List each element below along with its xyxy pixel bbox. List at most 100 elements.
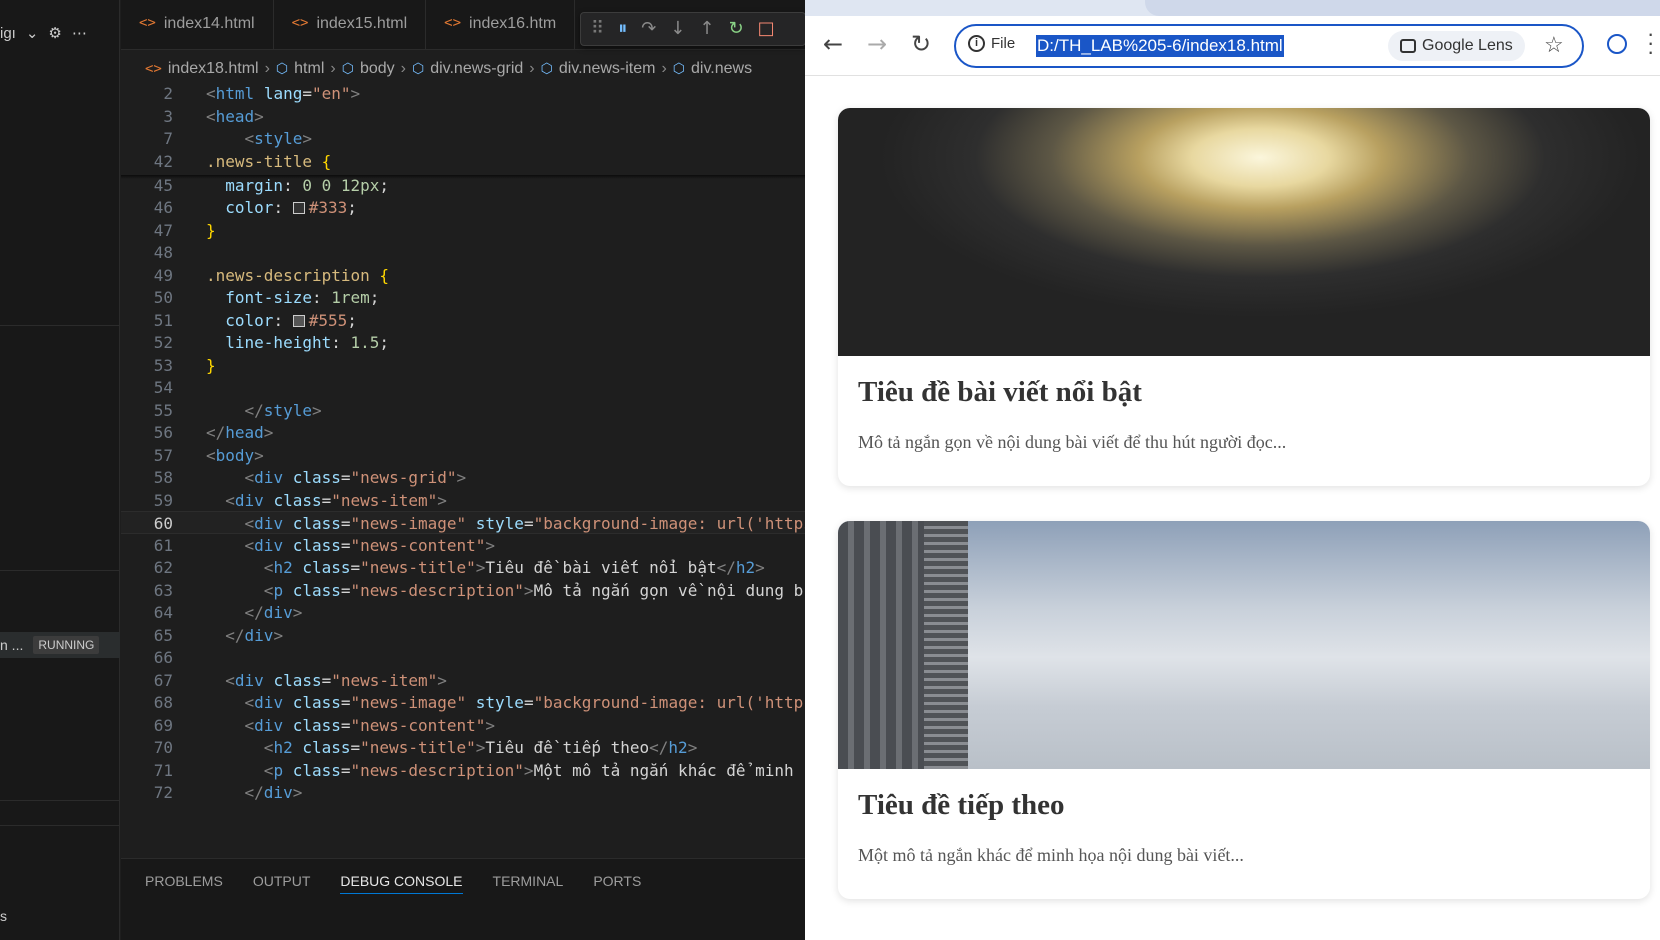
editor-tab[interactable]: <> index16.htm (426, 0, 576, 50)
line-number: 3 (163, 106, 173, 126)
breadcrumb-item[interactable]: body (360, 60, 395, 78)
line-number: 67 (153, 670, 173, 690)
browser-window: ← → ↻ i File D:/TH_LAB%205-6/index18.htm… (805, 0, 1660, 940)
browser-tab[interactable] (1145, 0, 1660, 16)
line-number: 61 (153, 535, 173, 555)
code-line: 64 </div> (121, 601, 805, 624)
url-text[interactable]: D:/TH_LAB%205-6/index18.html (1036, 35, 1284, 57)
code-text: <div class="news-content"> (244, 535, 496, 555)
more-actions-icon[interactable]: ⋯ (72, 24, 87, 42)
line-number: 46 (153, 198, 173, 217)
panel-tab[interactable]: DEBUG CONSOLE (340, 873, 463, 894)
debug-toolbar: ⠿ ⏸ ↷ ↓ ↑ ↻ □ (580, 12, 806, 46)
html-file-icon: <> (291, 15, 309, 31)
code-line: 57 <body> (121, 444, 805, 467)
browser-menu-icon[interactable]: · · · (1647, 22, 1657, 62)
sidebar-header: igı ⌄ ⚙ ⋯ (0, 0, 119, 66)
code-line: 71 <p class="news-description">Một mô tả… (121, 759, 805, 782)
code-line: 59 <div class="news-item"> (121, 489, 805, 512)
code-text: <div class="news-item"> (225, 490, 447, 510)
step-out-icon[interactable]: ↑ (699, 20, 714, 38)
code-text: line-height: 1.5; (225, 333, 390, 352)
stop-icon[interactable]: □ (758, 20, 775, 38)
news-description: Mô tả ngắn gọn về nội dung bài viết để t… (858, 432, 1287, 452)
step-over-icon[interactable]: ↷ (641, 20, 656, 38)
run-session-item[interactable]: n ... RUNNING (0, 632, 120, 658)
sidebar-divider (0, 825, 120, 826)
sidebar-divider (0, 800, 120, 801)
code-text: </div> (244, 783, 303, 802)
line-number: 47 (153, 220, 173, 240)
code-line: 50 font-size: 1rem; (121, 286, 805, 309)
panel-tab[interactable]: TERMINAL (493, 873, 564, 894)
breadcrumb-separator-icon: › (400, 60, 406, 77)
news-title: Tiêu đề tiếp theo (858, 789, 1065, 821)
code-line: 7 <style> (121, 127, 805, 150)
sidebar-title: igı (0, 24, 16, 42)
line-number: 49 (153, 265, 173, 285)
gear-icon[interactable]: ⚙ (48, 24, 61, 42)
line-number: 70 (153, 738, 173, 757)
line-number: 71 (153, 760, 173, 780)
pause-icon[interactable]: ⏸ (618, 20, 627, 38)
breadcrumb-item[interactable]: div.news-item (559, 60, 656, 78)
code-editor[interactable]: 2 <html lang="en"> 3 <head> 7 <style> 42 .news… (121, 82, 805, 858)
panel-tab[interactable]: PROBLEMS (145, 873, 223, 894)
line-number: 7 (163, 129, 173, 148)
line-number: 65 (153, 625, 173, 645)
reload-icon[interactable]: ↻ (911, 32, 931, 56)
code-text: <div class="news-content"> (244, 715, 496, 735)
line-number: 59 (153, 490, 173, 510)
line-number: 63 (153, 580, 173, 600)
news-description: Một mô tả ngắn khác để minh họa nội dung… (858, 845, 1244, 865)
html-file-icon: <> (444, 15, 462, 31)
line-number: 42 (153, 151, 173, 171)
panel-tab[interactable]: PORTS (593, 873, 641, 894)
code-line: 72 </div> (121, 781, 805, 804)
code-text: </div> (225, 625, 284, 645)
code-line: 69 <div class="news-content"> (121, 714, 805, 737)
editor-tab-label: index14.html (163, 15, 255, 32)
back-icon[interactable]: ← (823, 32, 843, 56)
news-content: Tiêu đề tiếp theo Một mô tả ngắn khác để … (838, 769, 1650, 899)
chevron-down-icon[interactable]: ⌄ (26, 24, 39, 42)
news-item[interactable]: Tiêu đề tiếp theo Một mô tả ngắn khác để … (838, 521, 1650, 899)
panel-tab[interactable]: OUTPUT (253, 873, 311, 894)
google-lens-button[interactable]: Google Lens (1388, 31, 1525, 61)
code-text: color: #333; (225, 198, 357, 217)
code-text: <body> (206, 445, 264, 465)
editor-tab[interactable]: <> index15.html (274, 0, 427, 50)
element-icon: ⬡ (275, 61, 289, 77)
restart-icon[interactable]: ↻ (728, 20, 743, 38)
breadcrumb-item[interactable]: div.news-grid (430, 60, 523, 78)
breadcrumb-item[interactable]: div.news (691, 60, 752, 78)
line-number: 53 (153, 355, 173, 375)
element-icon: ⬡ (411, 61, 425, 77)
code-line: 65 </div> (121, 624, 805, 647)
line-number: 64 (153, 603, 173, 622)
bookmark-star-icon[interactable]: ☆ (1544, 32, 1564, 58)
address-bar[interactable]: i File D:/TH_LAB%205-6/index18.html Goog… (954, 24, 1584, 68)
drag-handle-icon[interactable]: ⠿ (591, 20, 604, 38)
code-line: 56 </head> (121, 421, 805, 444)
html-file-icon: <> (139, 15, 156, 31)
news-item[interactable]: Tiêu đề bài viết nổi bật Mô tả ngắn gọn v… (838, 108, 1650, 486)
forward-icon[interactable]: → (867, 32, 887, 56)
code-line: 49 .news-description { (121, 264, 805, 287)
editor-tab[interactable]: <> index14.html (121, 0, 274, 50)
element-icon: ⬡ (341, 61, 354, 77)
code-text: font-size: 1rem; (225, 288, 380, 307)
breadcrumb-item[interactable]: index18.html (168, 60, 259, 78)
site-info-chip[interactable]: i File (968, 35, 1015, 52)
code-text: <h2 class="news-title">Tiêu đề tiếp theo… (263, 738, 698, 757)
code-line: 58 <div class="news-grid"> (121, 466, 805, 489)
code-text: </head> (206, 423, 274, 442)
news-image (838, 108, 1650, 356)
code-text: } (206, 355, 216, 375)
breadcrumb-item[interactable]: html (294, 60, 324, 78)
code-line: 62 <h2 class="news-title">Tiêu đề bài vi… (121, 556, 805, 579)
step-into-icon[interactable]: ↓ (670, 20, 685, 38)
profile-icon[interactable] (1607, 34, 1627, 54)
lens-label: Google Lens (1422, 37, 1513, 54)
line-number: 52 (153, 333, 173, 352)
